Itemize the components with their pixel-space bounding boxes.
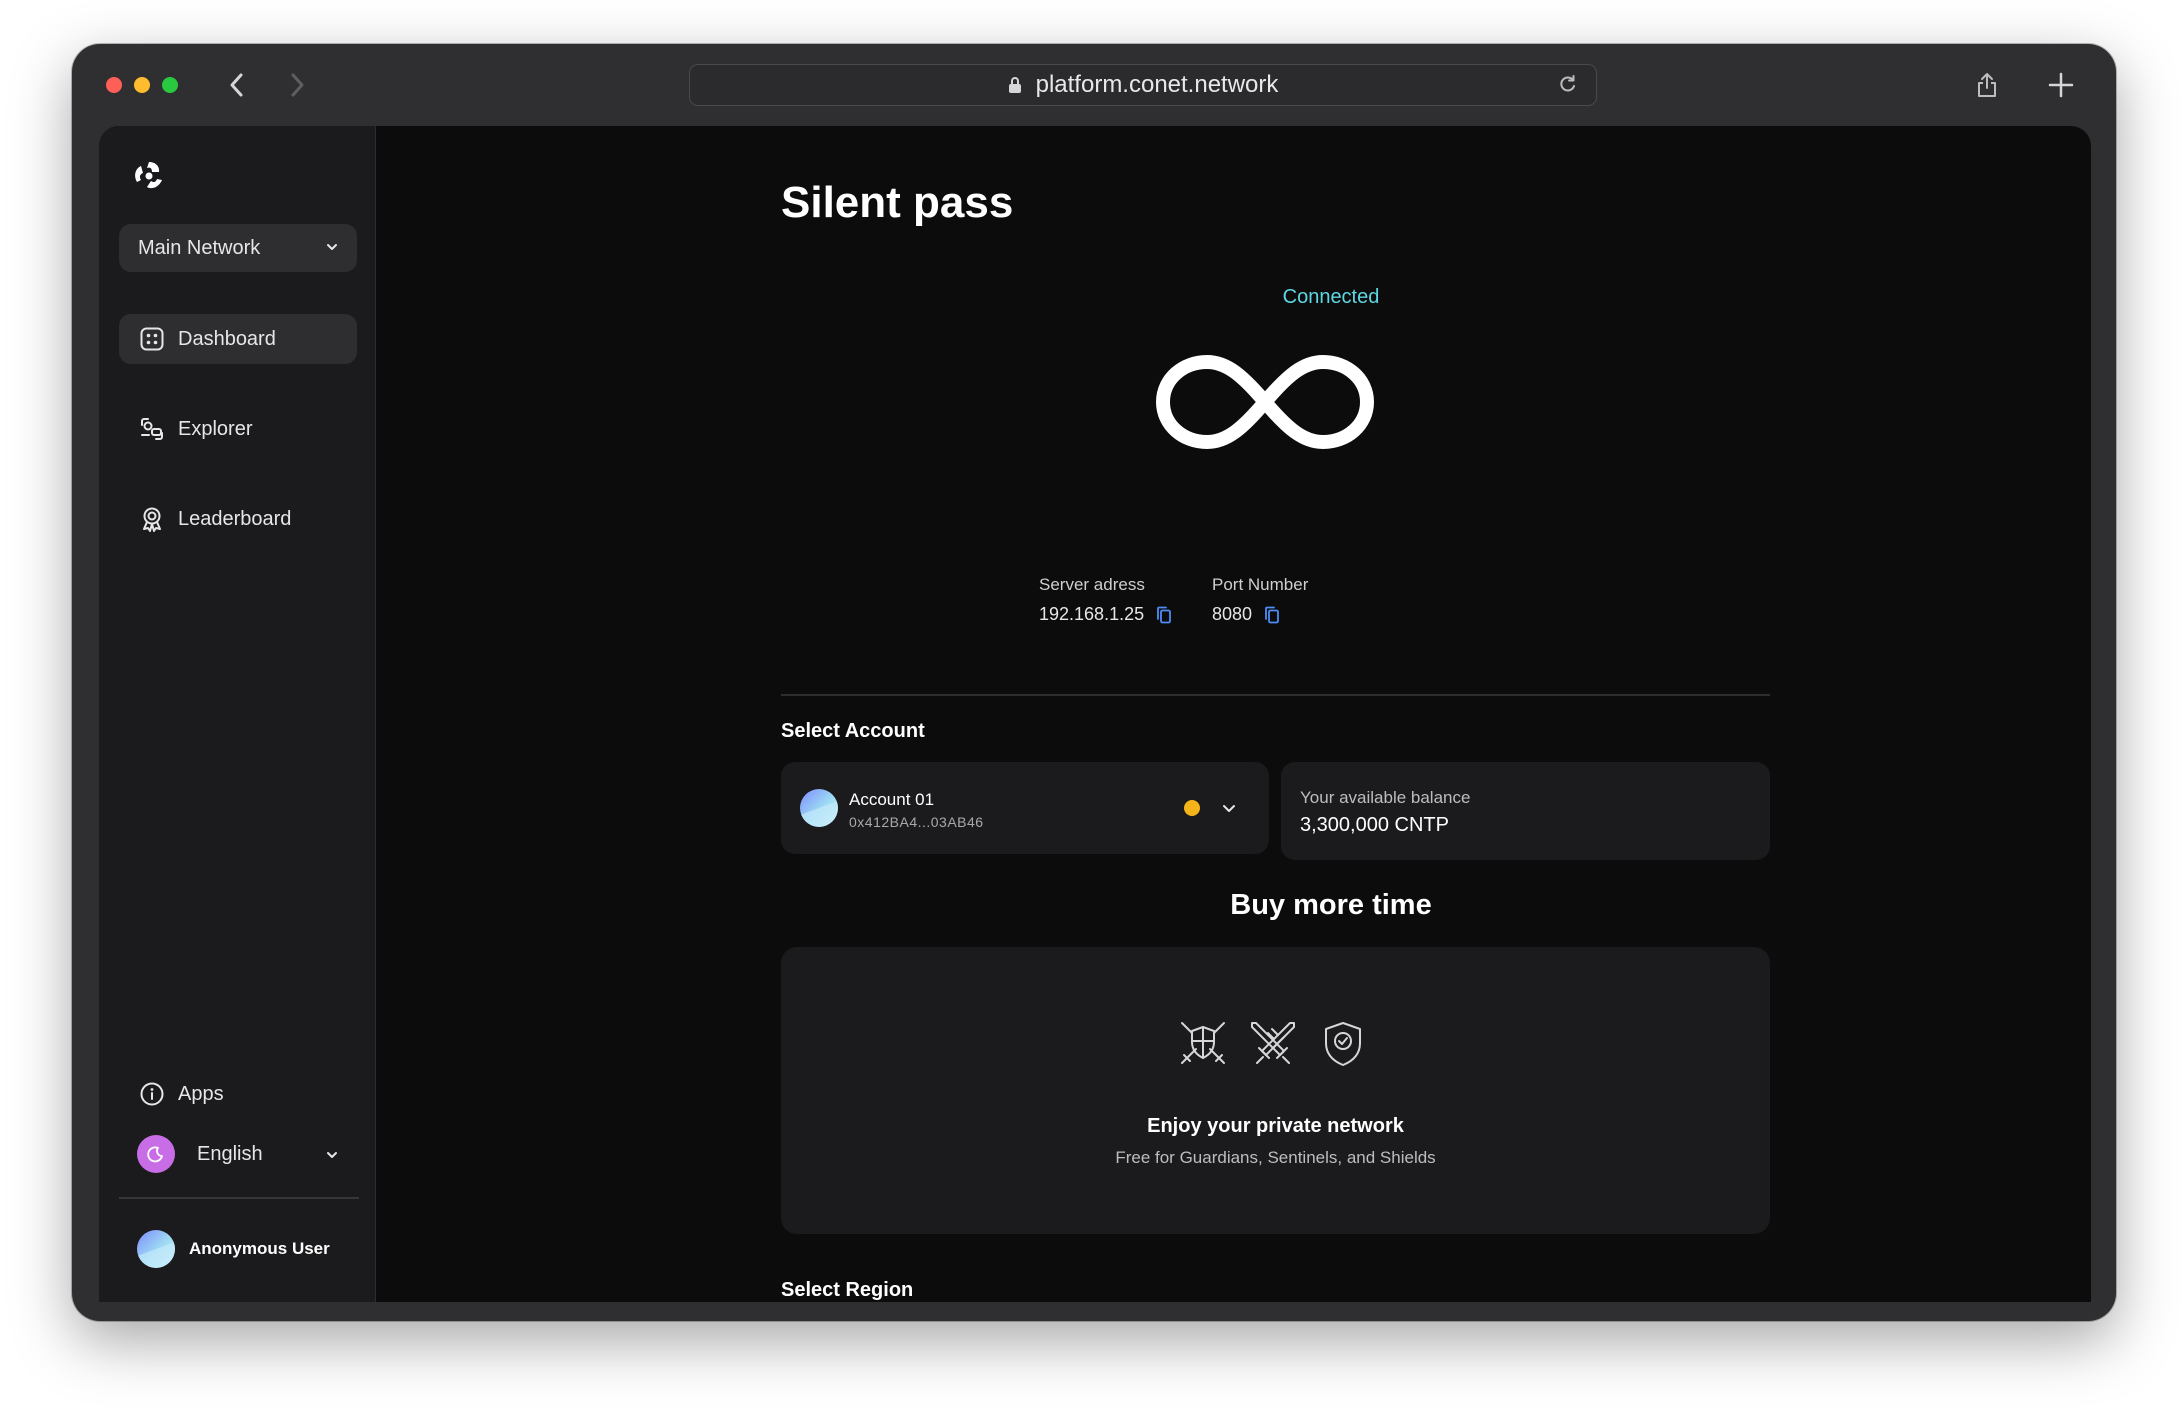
section-divider	[781, 694, 1770, 696]
buy-more-time-heading: Buy more time	[1230, 889, 1432, 921]
moon-icon[interactable]	[137, 1135, 175, 1173]
info-circle-icon	[138, 1080, 166, 1108]
main-content: Silent pass Connected Server adress 192.…	[375, 126, 2091, 1302]
sidebar-item-apps[interactable]: Apps	[119, 1069, 357, 1119]
sidebar-item-label: Explorer	[178, 417, 253, 440]
close-window-button[interactable]	[106, 77, 122, 93]
infinity-connect-icon[interactable]	[1147, 348, 1383, 456]
account-select[interactable]: Account 01 0x412BA4...03AB46	[781, 762, 1269, 854]
select-region-label: Select Region	[781, 1279, 914, 1301]
user-profile[interactable]: Anonymous User	[137, 1230, 330, 1268]
guardian-shield-swords-icon	[1176, 1017, 1230, 1071]
reload-icon[interactable]	[1558, 74, 1578, 94]
status-dot	[1184, 800, 1200, 816]
sidebar-item-label: Apps	[178, 1082, 224, 1105]
user-name: Anonymous User	[189, 1239, 330, 1258]
sidebar-divider	[119, 1197, 359, 1199]
balance-label: Your available balance	[1300, 788, 1471, 807]
share-icon[interactable]	[1970, 68, 2004, 102]
sidebar-item-leaderboard[interactable]: Leaderboard	[119, 494, 357, 544]
explorer-icon	[138, 415, 166, 443]
chevron-down-icon	[325, 1148, 339, 1162]
forward-arrow-icon[interactable]	[280, 68, 314, 102]
port-number-label: Port Number	[1212, 575, 1309, 594]
network-select[interactable]: Main Network	[119, 224, 357, 272]
chevron-down-icon	[325, 240, 339, 254]
balance-card: Your available balance 3,300,000 CNTP	[1281, 762, 1770, 860]
promo-title: Enjoy your private network	[1147, 1115, 1404, 1137]
dashboard-icon	[138, 325, 166, 353]
sentinel-crossed-swords-icon	[1246, 1017, 1300, 1071]
minimize-window-button[interactable]	[134, 77, 150, 93]
copy-icon[interactable]	[1156, 606, 1172, 624]
browser-titlebar: platform.conet.network	[72, 44, 2116, 124]
promo-subtitle: Free for Guardians, Sentinels, and Shiel…	[1115, 1148, 1436, 1167]
copy-icon[interactable]	[1264, 606, 1280, 624]
sidebar-item-label: Dashboard	[178, 327, 276, 350]
server-address-label: Server adress	[1039, 575, 1145, 594]
sidebar: Main Network Dashboard Explorer Leaderbo…	[99, 126, 376, 1302]
avatar	[800, 789, 838, 827]
back-arrow-icon[interactable]	[220, 68, 254, 102]
account-name: Account 01	[849, 790, 935, 809]
address-bar[interactable]: platform.conet.network	[689, 64, 1597, 106]
zoom-window-button[interactable]	[162, 77, 178, 93]
url-text: platform.conet.network	[1035, 71, 1279, 98]
new-tab-plus-icon[interactable]	[2042, 66, 2080, 104]
leaderboard-icon	[138, 505, 166, 533]
port-number-value: 8080	[1212, 604, 1253, 624]
server-address-value: 192.168.1.25	[1039, 604, 1145, 624]
lock-icon	[1008, 76, 1022, 94]
server-address-block: Server adress 192.168.1.25	[1039, 575, 1172, 625]
language-value: English	[197, 1142, 263, 1165]
select-account-label: Select Account	[781, 720, 925, 742]
app-viewport: Main Network Dashboard Explorer Leaderbo…	[99, 126, 2091, 1302]
page-title: Silent pass	[781, 178, 1014, 227]
balance-value: 3,300,000 CNTP	[1300, 814, 1449, 836]
account-address: 0x412BA4...03AB46	[849, 814, 984, 830]
sidebar-item-dashboard[interactable]: Dashboard	[119, 314, 357, 364]
private-network-card: Enjoy your private network Free for Guar…	[781, 947, 1770, 1234]
language-select[interactable]: English	[119, 1128, 357, 1180]
conet-logo-icon[interactable]	[129, 156, 169, 196]
chevron-down-icon[interactable]	[1221, 800, 1237, 816]
network-select-value: Main Network	[138, 236, 261, 259]
browser-window: platform.conet.network Main Network Dash…	[72, 44, 2116, 1321]
sidebar-item-explorer[interactable]: Explorer	[119, 404, 357, 454]
port-number-block: Port Number 8080	[1212, 575, 1308, 625]
connection-status: Connected	[1282, 286, 1380, 308]
sidebar-item-label: Leaderboard	[178, 507, 292, 530]
avatar	[137, 1230, 175, 1268]
shield-check-icon	[1316, 1017, 1370, 1071]
